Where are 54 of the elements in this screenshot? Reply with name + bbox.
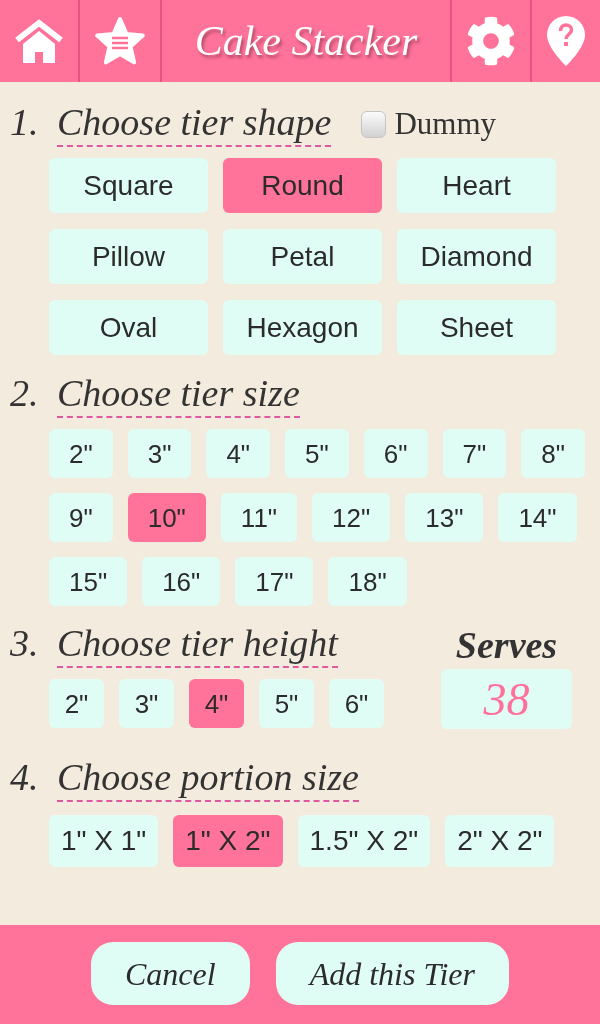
option-button[interactable]: Petal (223, 229, 382, 284)
footer-button[interactable]: Add this Tier (275, 942, 509, 1005)
option-button[interactable]: Sheet (397, 300, 556, 355)
serves-value: 38 (441, 669, 572, 729)
star-list-icon (94, 17, 146, 65)
option-button[interactable]: 1" X 2" (173, 815, 283, 867)
section-title: Choose tier height (57, 622, 338, 668)
option-button[interactable]: 10" (127, 493, 206, 542)
section-title: Choose tier shape (57, 101, 332, 147)
option-button[interactable]: 16" (142, 557, 221, 606)
option-button[interactable]: Pillow (49, 229, 208, 284)
option-button[interactable]: Hexagon (223, 300, 382, 355)
option-button[interactable]: 18" (328, 557, 407, 606)
home-icon (14, 19, 64, 63)
option-button[interactable]: 17" (235, 557, 314, 606)
app-title: Cake Stacker (194, 17, 418, 66)
option-button[interactable]: 2" (49, 679, 104, 728)
section-title: Choose portion size (57, 756, 359, 802)
option-button[interactable]: 5" (259, 679, 314, 728)
option-button[interactable]: 8" (521, 429, 585, 478)
option-button[interactable]: 4" (206, 429, 271, 478)
option-button[interactable]: 2" (49, 429, 113, 478)
option-button[interactable]: 1" X 1" (49, 815, 159, 867)
option-button[interactable]: Square (49, 158, 208, 213)
section-title: Choose tier size (57, 372, 300, 418)
option-button[interactable]: 11" (220, 493, 298, 542)
step-number: 2. (10, 372, 40, 414)
option-button[interactable]: 9" (49, 493, 113, 542)
option-button[interactable]: 2" X 2" (445, 815, 555, 867)
step-number: 1. (10, 101, 40, 143)
serves-label: Serves (455, 623, 558, 668)
option-button[interactable]: 6" (329, 679, 384, 728)
option-button[interactable]: 6" (363, 429, 428, 478)
option-button[interactable]: Heart (397, 158, 556, 213)
footer-button[interactable]: Cancel (91, 942, 250, 1005)
option-button[interactable]: 12" (312, 493, 391, 542)
settings-icon (466, 16, 516, 66)
dummy-checkbox[interactable] (361, 110, 387, 138)
option-button[interactable]: Diamond (397, 229, 556, 284)
option-button[interactable]: Oval (49, 300, 208, 355)
checkbox-label: Dummy (394, 106, 497, 142)
step-number: 3. (10, 622, 40, 664)
option-button[interactable]: 4" (189, 679, 244, 728)
option-button[interactable]: 15" (49, 557, 128, 606)
step-number: 4. (10, 756, 40, 798)
option-button[interactable]: 3" (119, 679, 174, 728)
option-button[interactable]: 1.5" X 2" (297, 815, 431, 867)
help-pin-icon (547, 16, 585, 66)
option-button[interactable]: 3" (127, 429, 192, 478)
option-button[interactable]: 7" (442, 429, 507, 478)
option-button[interactable]: 5" (285, 429, 349, 478)
option-button[interactable]: 14" (498, 493, 577, 542)
option-button[interactable]: Round (223, 158, 382, 213)
option-button[interactable]: 13" (405, 493, 484, 542)
